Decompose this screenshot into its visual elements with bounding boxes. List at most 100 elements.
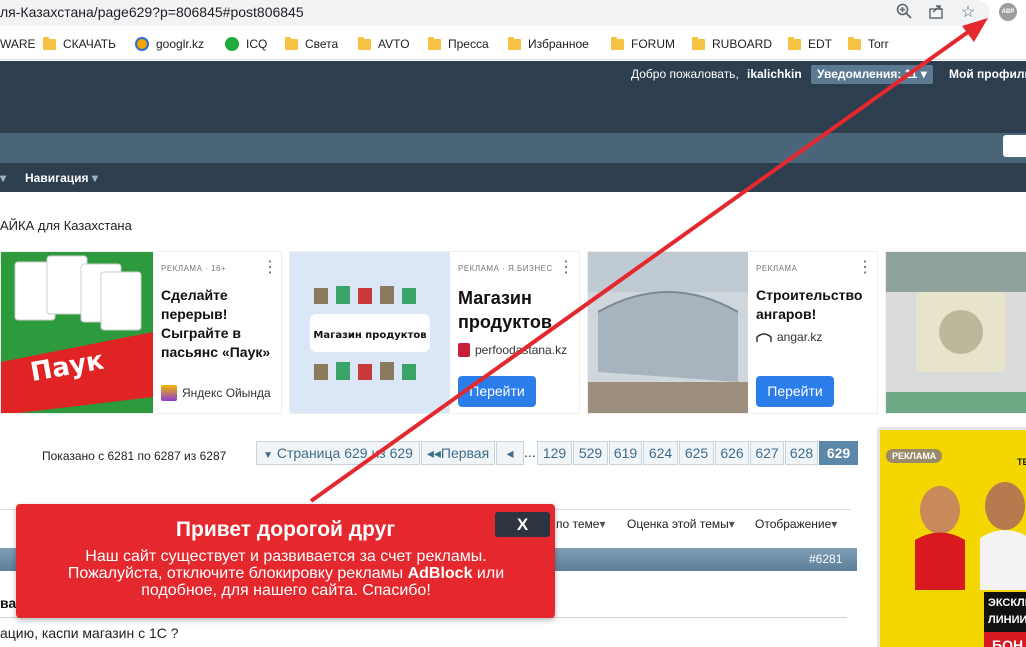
chevron-down-icon[interactable]: ▾ (0, 171, 6, 185)
folder-icon (692, 36, 705, 50)
forum-header: Добро пожаловать, ikalichkin Уведомления… (0, 61, 1026, 133)
more-options-icon[interactable]: ⋮ (262, 260, 278, 276)
chevron-down-icon: ▾ (831, 517, 838, 531)
rate-thread-menu[interactable]: Оценка этой темы▾ (627, 517, 735, 531)
side-ad-banner: ЭКСКЛЮЗЛИНИИ Н (984, 592, 1026, 632)
my-profile-link[interactable]: Мой профиль (949, 67, 1026, 81)
notifications-dropdown[interactable]: Уведомления: 11 ▾ (811, 65, 933, 84)
bookmark-item[interactable]: Torr (848, 36, 889, 51)
ad-image-caption: Магазин продуктов (313, 330, 426, 341)
double-arrow-left-icon: ◂◂ (426, 445, 441, 461)
folder-icon (611, 36, 624, 50)
ad-go-button[interactable]: Перейти (458, 376, 536, 407)
bookmark-item[interactable]: Избранное (508, 36, 589, 51)
arrow-left-icon: ◂ (506, 445, 514, 461)
page-jump-dropdown[interactable]: ▼ Страница 629 из 629 (256, 441, 420, 465)
bookmark-item[interactable]: googlr.kz (135, 37, 204, 51)
modal-title: Привет дорогой друг (175, 518, 396, 541)
close-button[interactable]: X (495, 512, 550, 537)
ad-source-icon (161, 385, 177, 401)
share-icon[interactable] (926, 3, 946, 23)
ad-label: РЕКЛАМА (756, 264, 798, 273)
ad-title: Строительство ангаров! (756, 287, 863, 322)
ad-label: РЕКЛАМА · 16+ (161, 264, 227, 273)
ad-badge: РЕКЛАМА (886, 449, 943, 463)
bookmark-item[interactable]: EDT (788, 36, 832, 51)
bookmark-star-icon[interactable]: ☆ (958, 3, 978, 23)
page-link[interactable]: 529 (573, 441, 608, 465)
folder-icon (848, 36, 861, 50)
chevron-down-icon: ▾ (599, 517, 606, 531)
ad-card[interactable]: Паук РЕКЛАМА · 16+ ⋮ Сделайте перерыв! С… (0, 251, 282, 414)
ad-card[interactable] (885, 251, 1026, 414)
ad-card[interactable]: Магазин продуктов РЕКЛАМА · Я.БИЗНЕС ⋮ М… (289, 251, 580, 414)
navbar: ▾ Навигация ▾ (0, 163, 1026, 192)
bookmarks-bar: WARE СКАЧАТЬ googlr.kz ICQ Света AVTO Пр… (0, 30, 1026, 60)
icq-flower-icon (225, 37, 239, 51)
hangar-logo-icon (756, 333, 772, 342)
thread-search-menu[interactable]: по теме▾ (556, 517, 606, 531)
ad-card[interactable]: РЕКЛАМА ⋮ Строительство ангаров! angar.k… (587, 251, 878, 414)
machinery-ad-image (886, 252, 1026, 413)
bookmark-item[interactable]: AVTO (358, 36, 410, 51)
post-author-fragment[interactable]: ва (0, 595, 16, 611)
post-text-fragment: ацию, каспи магазин с 1С ? (0, 625, 179, 641)
side-ad-bonus: БОН (984, 632, 1026, 647)
side-ad[interactable]: РЕКЛАМА TENN ЭКСКЛЮЗЛИНИИ Н БОН (877, 427, 1026, 647)
ad-source-icon (458, 343, 470, 357)
ad-source: Яндекс Ойында (161, 385, 276, 401)
search-box[interactable] (1003, 135, 1026, 157)
page-link[interactable]: 624 (643, 441, 678, 465)
prev-page-button[interactable]: ◂ (496, 441, 524, 465)
site-favicon-icon (135, 37, 149, 51)
bookmark-item[interactable]: FORUM (611, 36, 675, 51)
zoom-icon[interactable] (894, 3, 914, 23)
athletes-image (915, 482, 1026, 590)
ad-title: Сделайте перерыв! Сыграйте в пасьянс «Па… (161, 287, 271, 360)
page-link[interactable]: 628 (785, 441, 818, 465)
folder-icon (285, 36, 298, 50)
results-count: Показано с 6281 по 6287 из 6287 (42, 449, 227, 463)
display-mode-menu[interactable]: Отображение▾ (755, 517, 837, 531)
post-number-link[interactable]: #6281 (809, 552, 842, 566)
bookmark-item[interactable]: ICQ (225, 37, 267, 51)
bookmark-item[interactable]: Пресса (428, 36, 489, 51)
username-link[interactable]: ikalichkin (747, 67, 802, 81)
page-link[interactable]: 129 (537, 441, 572, 465)
more-options-icon[interactable]: ⋮ (558, 260, 574, 276)
ad-source: perfoodastana.kz (458, 343, 570, 357)
ad-label: РЕКЛАМА · Я.БИЗНЕС (458, 264, 553, 273)
hangar-ad-image (588, 252, 748, 413)
folder-icon (358, 36, 371, 50)
url-field[interactable]: ля-Казахстана/page629?p=806845#post80684… (0, 0, 990, 26)
bookmark-item[interactable]: Света (285, 36, 338, 51)
more-options-icon[interactable]: ⋮ (857, 260, 873, 276)
breadcrumb[interactable]: АЙКА для Казахстана (0, 218, 132, 233)
card-game-ad-image: Паук (1, 252, 153, 413)
url-text[interactable]: ля-Казахстана/page629?p=806845#post80684… (0, 4, 304, 20)
adblock-extension-icon[interactable]: ABP (999, 3, 1017, 21)
navigation-menu[interactable]: Навигация ▾ (25, 171, 98, 185)
modal-message: Наш сайт существует и развивается за сче… (67, 548, 505, 599)
chevron-down-icon: ▼ (263, 450, 273, 461)
page-link[interactable]: 619 (609, 441, 642, 465)
current-page: 629 (819, 441, 858, 465)
folder-icon (428, 36, 441, 50)
page-link[interactable]: 626 (715, 441, 749, 465)
folder-icon (508, 36, 521, 50)
ad-go-button[interactable]: Перейти (756, 376, 834, 407)
first-page-button[interactable]: ◂◂Первая (421, 441, 495, 465)
bookmark-item[interactable]: RUBOARD (692, 36, 772, 51)
page-link[interactable]: 627 (750, 441, 784, 465)
chevron-down-icon: ▾ (728, 517, 735, 531)
folder-icon (788, 36, 801, 50)
bookmark-item[interactable]: WARE (0, 37, 36, 51)
browser-address-bar: ля-Казахстана/page629?p=806845#post80684… (0, 0, 1026, 28)
folder-icon (43, 36, 56, 50)
welcome-text: Добро пожаловать, (631, 67, 739, 81)
side-ad-brand: TENN (1017, 457, 1026, 467)
adblock-notice-modal: Привет дорогой друг Наш сайт существует … (16, 504, 555, 618)
bookmark-item[interactable]: СКАЧАТЬ (43, 36, 116, 51)
pagination-ellipsis: ... (524, 444, 536, 460)
page-link[interactable]: 625 (679, 441, 714, 465)
